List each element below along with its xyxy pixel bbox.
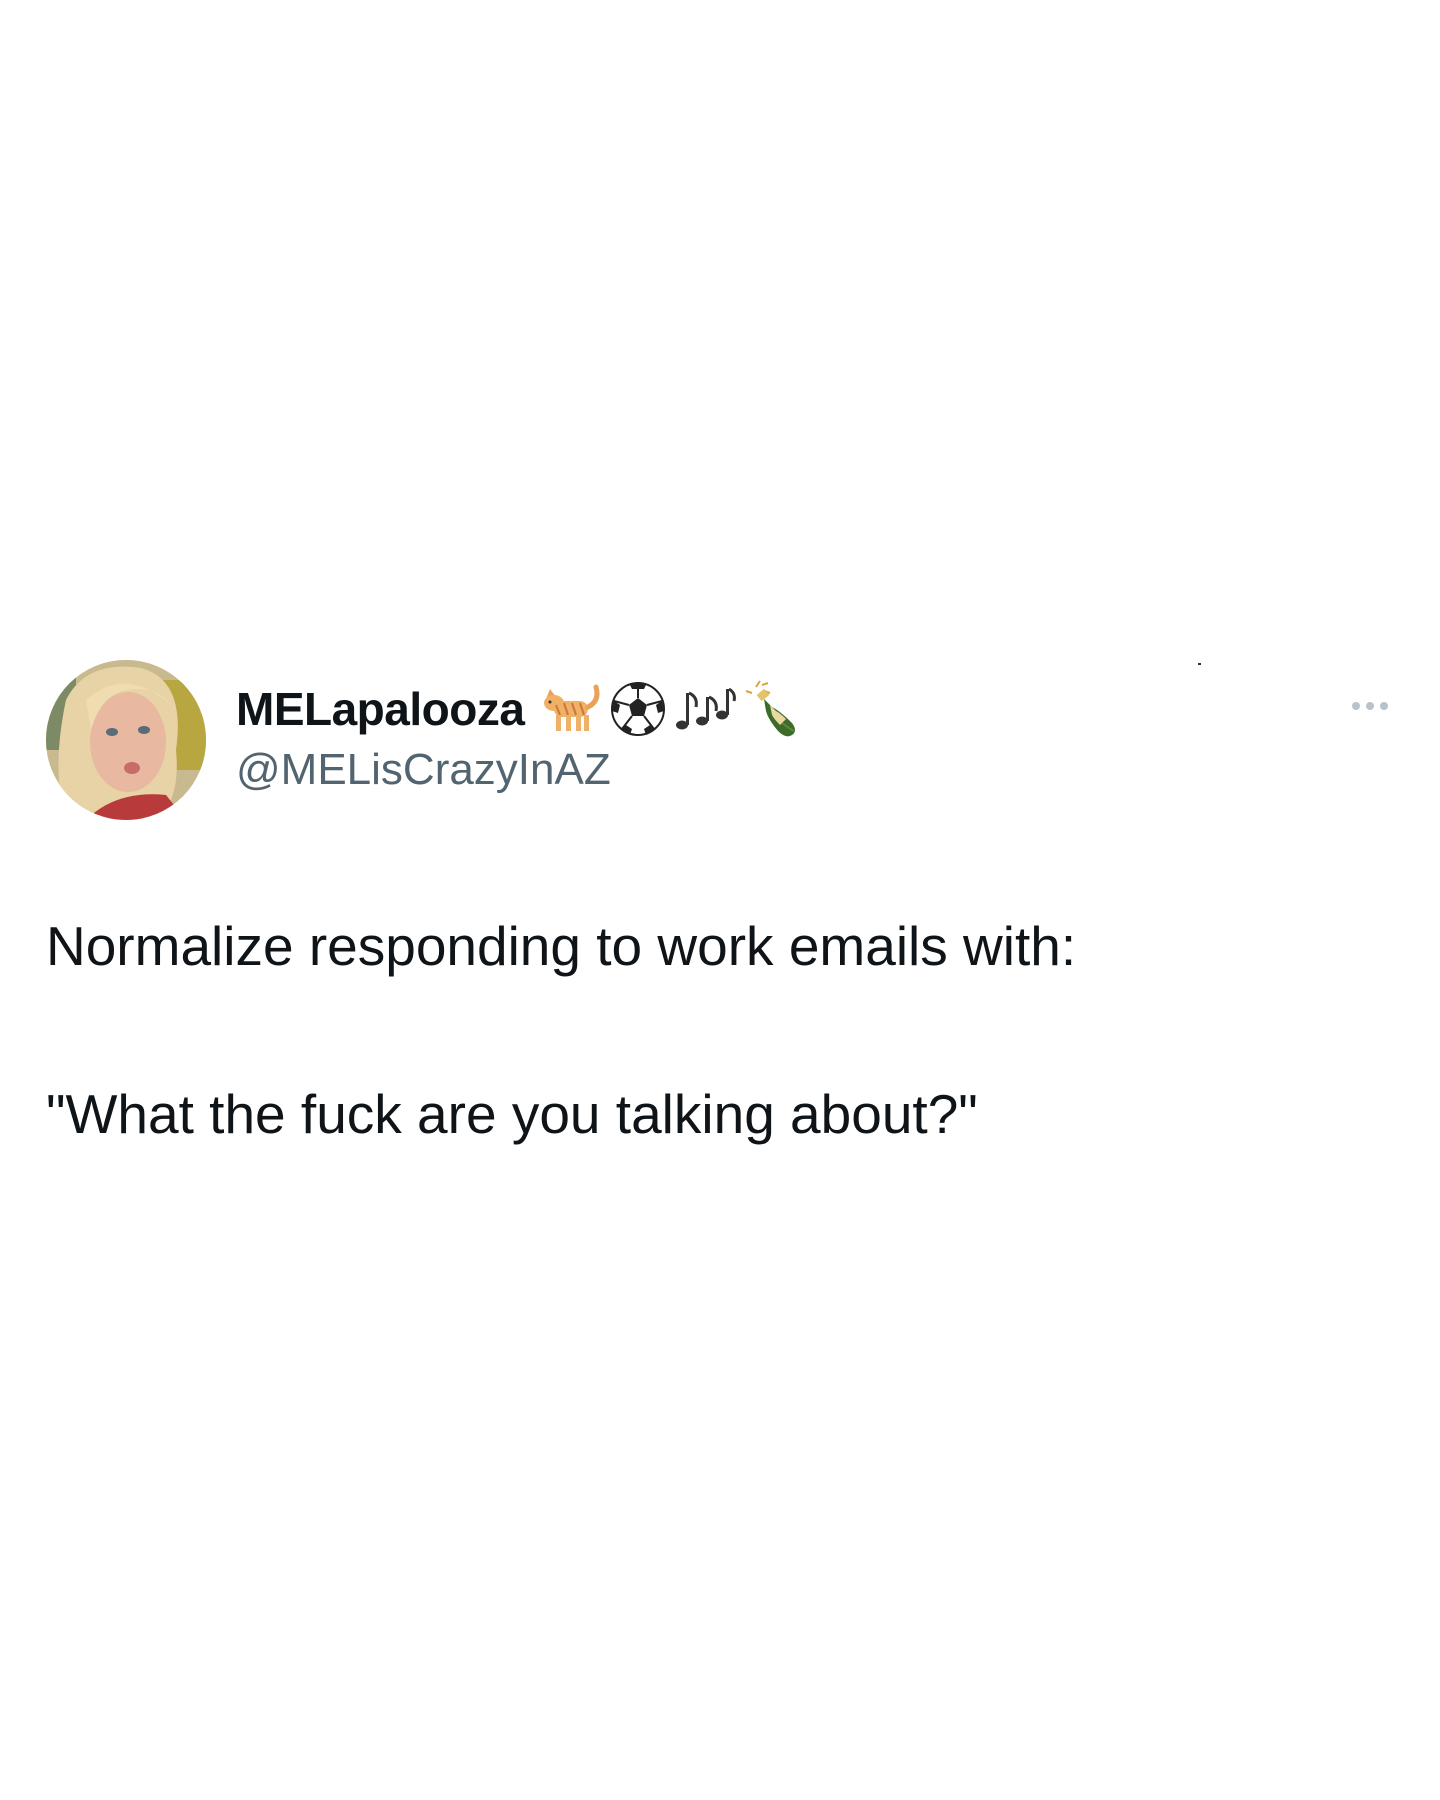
tweet-line-2: "What the fuck are you talking about?": [46, 1083, 978, 1145]
tweet-line-1: Normalize responding to work emails with…: [46, 915, 1077, 977]
soccer-ball-icon: [611, 682, 666, 736]
tweet-text: Normalize responding to work emails with…: [46, 910, 1386, 1150]
more-options-button[interactable]: [1340, 692, 1400, 720]
tweet-card: MELapalooza @MELisCrazyInAZ Normalize re…: [0, 0, 1440, 1800]
avatar[interactable]: [46, 660, 206, 820]
more-dot-icon: [1366, 702, 1374, 710]
divider-mark: [1198, 663, 1201, 665]
more-dot-icon: [1352, 702, 1360, 710]
more-dot-icon: [1380, 702, 1388, 710]
avatar-photo: [46, 660, 206, 820]
champagne-icon: [746, 680, 796, 737]
cat-icon: [544, 684, 600, 731]
music-notes-icon: [676, 687, 737, 730]
display-name[interactable]: MELapalooza: [236, 680, 525, 738]
author-header: MELapalooza @MELisCrazyInAZ: [236, 680, 1236, 798]
name-emojis: [540, 677, 806, 741]
author-handle[interactable]: @MELisCrazyInAZ: [236, 742, 1236, 798]
name-row: MELapalooza: [236, 680, 1236, 738]
